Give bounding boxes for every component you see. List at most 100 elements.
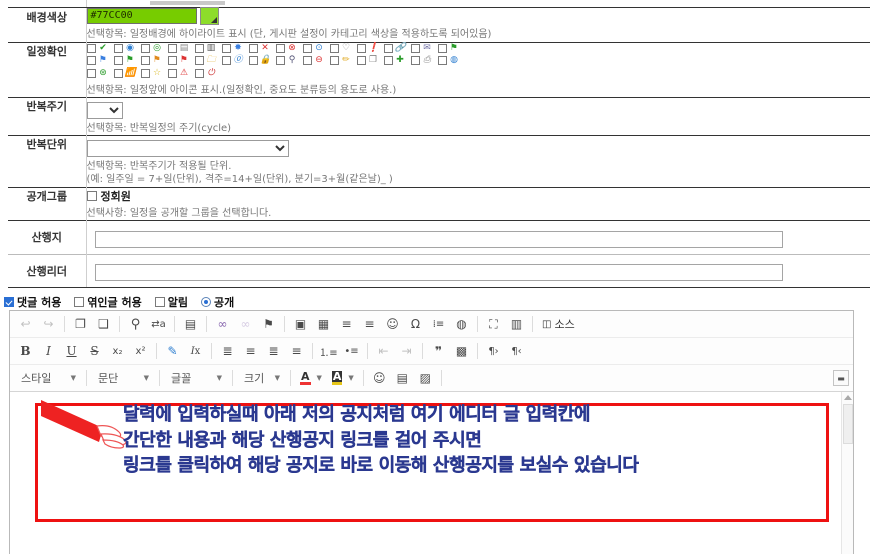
allow-trackback-checkbox[interactable] (74, 297, 85, 307)
icon-checkbox[interactable] (113, 56, 123, 65)
clear-format-icon[interactable]: Ix (185, 341, 206, 362)
icon-checkbox[interactable] (329, 44, 339, 53)
icon-checkbox[interactable] (356, 56, 366, 65)
show-blocks-icon[interactable]: ▥ (506, 314, 527, 335)
align-right-icon[interactable]: ≣ (263, 341, 284, 362)
superscript-icon[interactable]: x² (130, 341, 151, 362)
icon-checkbox[interactable] (167, 56, 177, 65)
paste-text-icon[interactable]: ❑ (93, 314, 114, 335)
anchor-icon[interactable]: ⚑ (258, 314, 279, 335)
editor-content-area[interactable]: 달력에 입력하실때 아래 저의 공지처럼 여기 에디터 글 입력칸에 간단한 내… (10, 392, 853, 554)
page-break-icon[interactable]: ≡ (359, 314, 380, 335)
smiley2-icon[interactable]: ☺ (369, 368, 390, 389)
flag-red-icon[interactable]: ⚑ (179, 55, 190, 66)
link-icon[interactable]: 🔗 (395, 43, 406, 54)
icon-checkbox[interactable] (437, 44, 447, 53)
icon-checkbox[interactable] (221, 56, 231, 65)
background-color-input[interactable]: #77CC00 (86, 8, 197, 24)
exclaim-green-icon[interactable]: ❗ (368, 43, 379, 54)
option-public[interactable]: 공개 (201, 294, 234, 310)
replace-icon[interactable]: ⇄a (148, 314, 169, 335)
find-icon[interactable]: ⚲ (125, 314, 146, 335)
flag-blue-icon[interactable]: ⚑ (98, 55, 109, 66)
format-combo[interactable]: 문단 ▼ (91, 369, 153, 388)
underline-icon[interactable]: U (61, 341, 82, 362)
icon-checkbox[interactable] (302, 56, 312, 65)
link-icon[interactable]: ∞ (212, 314, 233, 335)
bold-icon[interactable]: B (15, 341, 36, 362)
icon-checkbox[interactable] (383, 44, 393, 53)
font-combo[interactable]: 글꼴 ▼ (164, 369, 226, 388)
icon-checkbox[interactable] (248, 56, 258, 65)
undo-icon[interactable]: ↩ (15, 314, 36, 335)
copy-icon[interactable]: ❐ (368, 55, 379, 66)
icon-checkbox[interactable] (86, 69, 96, 78)
balloon-icon[interactable]: ♡ (341, 43, 352, 54)
minus-red-icon[interactable]: ⊖ (314, 55, 325, 66)
redo-icon[interactable]: ↪ (38, 314, 59, 335)
rss-icon[interactable]: 📶 (125, 68, 136, 79)
power-icon[interactable]: ⏻ (206, 68, 217, 79)
icon-checkbox[interactable] (248, 44, 258, 53)
paste-icon[interactable]: ❐ (70, 314, 91, 335)
search-icon[interactable]: ⚲ (287, 55, 298, 66)
check-green-icon[interactable]: ✔ (98, 43, 109, 54)
icon-checkbox[interactable] (140, 69, 150, 78)
flash-icon[interactable]: ▨ (415, 368, 436, 389)
icon-checkbox[interactable] (410, 56, 420, 65)
icon-checkbox[interactable] (410, 44, 420, 53)
icon-checkbox[interactable] (86, 44, 96, 53)
icon-checkbox[interactable] (140, 56, 150, 65)
x-red-icon[interactable]: ✕ (260, 43, 271, 54)
indent-icon[interactable]: ⇥ (396, 341, 417, 362)
align-left-icon[interactable]: ≣ (217, 341, 238, 362)
icon-checkbox[interactable] (194, 44, 204, 53)
numbered-list-icon[interactable]: ⁞≡ (428, 314, 449, 335)
unordered-list-icon[interactable]: •≡ (341, 341, 362, 362)
chart-icon[interactable]: ▥ (206, 43, 217, 54)
star-icon[interactable]: ☆ (152, 68, 163, 79)
strike-icon[interactable]: S (84, 341, 105, 362)
unlink-icon[interactable]: ∞ (235, 314, 256, 335)
scroll-up-arrow-icon[interactable] (844, 395, 852, 400)
special-char-icon[interactable]: Ω (405, 314, 426, 335)
blockquote-icon[interactable]: ❞ (428, 341, 449, 362)
mail-icon[interactable]: ✉ (422, 43, 433, 54)
repeat-cycle-select[interactable] (86, 101, 123, 119)
align-justify-icon[interactable]: ≡ (286, 341, 307, 362)
image-icon[interactable]: ▣ (290, 314, 311, 335)
icon-checkbox[interactable] (140, 44, 150, 53)
icon-checkbox[interactable] (194, 69, 204, 78)
info2-icon[interactable]: ⓪ (233, 55, 244, 66)
money-icon[interactable]: ⊛ (98, 68, 109, 79)
plus-green-icon[interactable]: ✚ (395, 55, 406, 66)
table-icon[interactable]: ▦ (313, 314, 334, 335)
ordered-list-icon[interactable]: ⒈≡ (318, 341, 339, 362)
flag-green2-icon[interactable]: ⚑ (125, 55, 136, 66)
circle-green-icon[interactable]: ◎ (152, 43, 163, 54)
icon-checkbox[interactable] (113, 44, 123, 53)
editor-vertical-scrollbar[interactable] (841, 392, 853, 554)
icon-checkbox[interactable] (86, 56, 96, 65)
icon-checkbox[interactable] (383, 56, 393, 65)
background-color-button[interactable]: A ▼ (328, 368, 358, 389)
select-all-icon[interactable]: ▤ (180, 314, 201, 335)
print-icon[interactable]: ⎙ (422, 55, 433, 66)
div-container-icon[interactable]: ▩ (451, 341, 472, 362)
warning-icon[interactable]: ⚠ (179, 68, 190, 79)
icon-checkbox[interactable] (167, 44, 177, 53)
italic-icon[interactable]: I (38, 341, 59, 362)
icon-checkbox[interactable] (113, 69, 123, 78)
public-radio[interactable] (201, 297, 211, 307)
outdent-icon[interactable]: ⇤ (373, 341, 394, 362)
icon-checkbox[interactable] (167, 69, 177, 78)
circle-blue-icon[interactable]: ◉ (125, 43, 136, 54)
text-direction-rtl-icon[interactable]: ¶‹ (506, 341, 527, 362)
icon-checkbox[interactable] (275, 44, 285, 53)
flag-green-icon[interactable]: ⚑ (449, 43, 460, 54)
page-icon[interactable]: ▤ (179, 43, 190, 54)
allow-comments-checkbox[interactable] (4, 297, 14, 307)
hiking-place-input[interactable] (94, 230, 783, 248)
collapse-toolbar-icon[interactable]: ▬ (833, 370, 849, 386)
globe-icon[interactable]: ◍ (449, 55, 460, 66)
